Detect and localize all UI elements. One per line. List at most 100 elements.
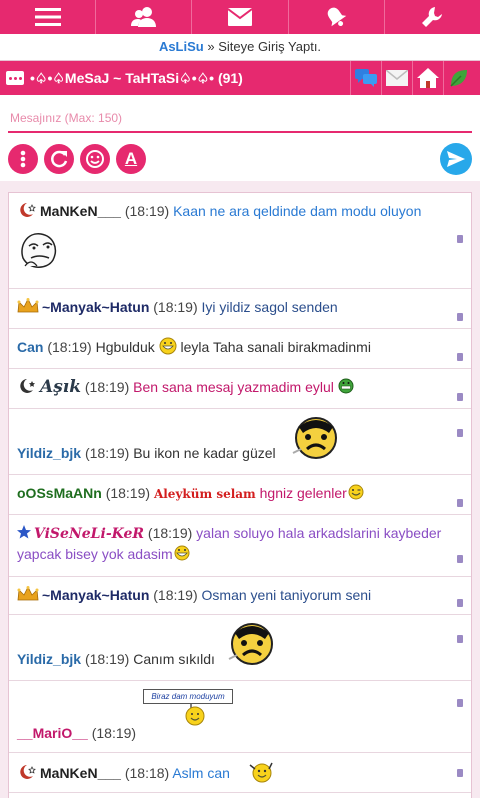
moon-star-icon xyxy=(17,377,37,400)
message-nick[interactable]: MaNKeN___ xyxy=(40,765,121,781)
delete-message-icon[interactable] xyxy=(457,235,463,243)
room-title: •♤•♤MeSaJ ~ TaHTaSi♤•♤• (91) xyxy=(30,69,243,86)
message-text: Aslm can xyxy=(172,765,230,782)
message-text: Ben sana mesaj yazmadim eylul xyxy=(133,379,334,396)
refresh-icon xyxy=(51,150,68,168)
message-input[interactable] xyxy=(8,105,472,133)
delete-message-icon[interactable] xyxy=(457,353,463,361)
message-time: (18:19) xyxy=(47,339,92,356)
list-item: Aşık (18:19) Ben sana mesaj yazmadim eyl… xyxy=(9,369,471,409)
more-options-button[interactable] xyxy=(8,144,38,174)
message-text: Canım sıkıldı xyxy=(133,651,215,667)
list-item: oOSsMaANn (18:19) Aleyküm selam hgniz ge… xyxy=(9,475,471,515)
delete-message-icon[interactable] xyxy=(457,393,463,401)
message-nick[interactable]: ViSeNeLi-KeR xyxy=(34,526,144,542)
list-item: MaNKeN___ (18:18) Aslm can xyxy=(9,753,471,793)
menu-icon xyxy=(34,8,61,26)
message-nick[interactable]: MaNKeN___ xyxy=(40,203,121,219)
list-item: ~Manyak~Hatun (18:19) Osman yeni taniyor… xyxy=(9,577,471,615)
room-menu-icon[interactable] xyxy=(6,71,24,85)
notice-text: Siteye Giriş Yaptı. xyxy=(218,39,322,54)
message-time: (18:19) xyxy=(153,299,198,315)
message-nick[interactable]: __MariO__ xyxy=(17,725,88,741)
message-time: (18:18) xyxy=(124,765,170,782)
message-nick[interactable]: oOSsMaANn xyxy=(17,485,102,501)
message-time: (18:19) xyxy=(124,203,170,220)
send-button[interactable] xyxy=(440,143,472,175)
delete-message-icon[interactable] xyxy=(457,599,463,607)
vertical-dots-icon xyxy=(20,150,26,168)
troll-face-icon xyxy=(17,228,445,277)
delete-message-icon[interactable] xyxy=(457,769,463,777)
users-button[interactable] xyxy=(96,0,193,34)
message-text: hgniz gelenler xyxy=(259,485,347,501)
crown-icon xyxy=(17,585,39,607)
mail-icon xyxy=(228,8,252,26)
message-time: (18:19) xyxy=(153,587,198,603)
message-text-continued: leyla Taha sanali birakmadinmi xyxy=(180,339,371,356)
message-time: (18:19) xyxy=(147,525,193,541)
refresh-button[interactable] xyxy=(44,144,74,174)
home-button[interactable] xyxy=(412,61,443,95)
list-item: __MariO__ (18:19) Biraz dam moduyum xyxy=(9,681,471,753)
green-grin-emoji-icon xyxy=(338,378,354,399)
sign-emoji: Biraz dam moduyum xyxy=(143,689,233,731)
font-color-button[interactable]: A xyxy=(116,144,146,174)
message-text: Iyi yildiz sagol senden xyxy=(201,299,338,315)
room-bar: •♤•♤MeSaJ ~ TaHTaSi♤•♤• (91) xyxy=(0,61,480,95)
login-notice: AsLiSu » Siteye Giriş Yaptı. xyxy=(0,34,480,61)
users-icon xyxy=(130,7,156,27)
menu-button[interactable] xyxy=(0,0,97,34)
angry-face-sticker-icon xyxy=(291,413,341,468)
message-time: (18:19) xyxy=(84,445,130,461)
emoji-button[interactable] xyxy=(80,144,110,174)
composer xyxy=(0,95,480,137)
delete-message-icon[interactable] xyxy=(457,313,463,321)
delete-message-icon[interactable] xyxy=(457,555,463,563)
message-time: (18:19) xyxy=(91,725,137,741)
font-letter-icon: A xyxy=(124,149,138,168)
delete-message-icon[interactable] xyxy=(457,699,463,707)
home-icon xyxy=(417,68,439,88)
notice-user[interactable]: AsLiSu xyxy=(159,39,204,54)
list-item: Yildiz_bjk (18:19) Bu ikon ne kadar güze… xyxy=(9,409,471,475)
sign-board-text: Biraz dam moduyum xyxy=(143,689,233,704)
message-nick[interactable]: Aşık xyxy=(40,377,81,397)
mail-button[interactable] xyxy=(192,0,289,34)
sign-holding-smiley-icon xyxy=(185,704,205,726)
message-list: MaNKeN___ (18:19) Kaan ne ara qeldinde d… xyxy=(8,192,472,798)
grin-emoji-icon xyxy=(173,545,191,566)
delete-message-icon[interactable] xyxy=(457,635,463,643)
message-nick[interactable]: Can xyxy=(17,339,43,355)
moon-star-icon xyxy=(17,763,37,786)
message-nick[interactable]: Yildiz_bjk xyxy=(17,445,81,461)
delete-message-icon[interactable] xyxy=(457,429,463,437)
message-nick[interactable]: ~Manyak~Hatun xyxy=(42,299,149,315)
message-nick[interactable]: ~Manyak~Hatun xyxy=(42,587,149,603)
leaf-icon xyxy=(450,70,467,87)
delete-message-icon[interactable] xyxy=(457,499,463,507)
message-time: (18:19) xyxy=(84,379,130,396)
wrench-icon xyxy=(422,7,443,27)
private-mail-button[interactable] xyxy=(381,61,412,95)
grin-emoji-icon xyxy=(159,337,177,360)
message-text: Osman yeni taniyorum seni xyxy=(201,587,372,603)
list-item: Can (18:19) Hgbulduk leyla Taha sanali b… xyxy=(9,329,471,369)
message-text: Bu ikon ne kadar güzel xyxy=(133,445,276,461)
list-item: Yildiz_bjk (18:19) Canım sıkıldı xyxy=(9,615,471,681)
message-nick[interactable]: Yildiz_bjk xyxy=(17,651,81,667)
smiley-icon xyxy=(86,150,104,168)
chat-bubbles-button[interactable] xyxy=(350,61,381,95)
send-icon xyxy=(447,151,465,167)
list-item: MaNKeN___ (18:19) Kaan ne ara qeldinde d… xyxy=(9,193,471,289)
notice-separator: » xyxy=(203,39,219,54)
list-item: ~Manyak~Hatun (18:19) Iyi yildiz sagol s… xyxy=(9,289,471,329)
settings-button[interactable] xyxy=(385,0,480,34)
notifications-button[interactable] xyxy=(289,0,385,34)
crown-icon xyxy=(17,297,39,319)
composer-toolbar: A xyxy=(0,137,480,181)
message-text: Kaan ne ara qeldinde dam modu oluyon xyxy=(173,203,422,220)
chat-bubbles-icon xyxy=(355,69,377,87)
leaf-button[interactable] xyxy=(443,61,474,95)
moon-star-icon xyxy=(17,201,37,224)
